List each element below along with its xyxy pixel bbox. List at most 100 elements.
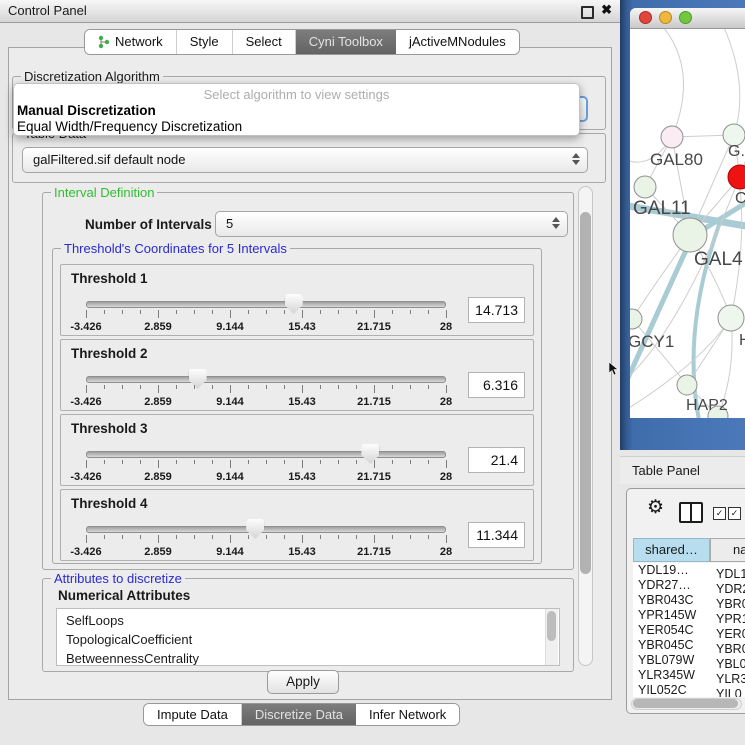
tab-jactivemnodules[interactable]: jActiveMNodules <box>396 30 519 54</box>
network-node[interactable] <box>677 375 697 395</box>
combo-value: galFiltered.sif default node <box>33 148 185 172</box>
slider-tick-labels: -3.4262.8599.14415.4321.71528 <box>86 396 446 408</box>
slider-tick-label: 15.43 <box>288 546 316 558</box>
network-edge[interactable] <box>660 29 684 137</box>
numerical-attributes-list[interactable]: SelfLoopsTopologicalCoefficientBetweenne… <box>56 608 560 666</box>
slider-tick <box>104 535 105 539</box>
dropdown-option-equal-width-frequency[interactable]: Equal Width/Frequency Discretization <box>14 119 579 135</box>
slider-tick <box>248 460 249 464</box>
tab-cyni-toolbox[interactable]: Cyni Toolbox <box>296 30 396 54</box>
table-row[interactable]: YER054CYER0 <box>633 623 745 638</box>
network-view-window: GAL80G.CGAL11GAL4GCY1HHAP2 <box>630 8 745 418</box>
dropdown-option-manual-discretization[interactable]: Manual Discretization <box>14 103 579 119</box>
table-column-header-shared[interactable]: shared… <box>633 538 710 562</box>
tab-label: Infer Network <box>369 704 446 725</box>
tab-label: Impute Data <box>157 704 228 725</box>
table-cell: YDR27… <box>633 578 710 593</box>
threshold-2-slider[interactable]: -3.4262.8599.14415.4321.71528 <box>86 368 446 406</box>
tab-discretize-data[interactable]: Discretize Data <box>242 704 356 725</box>
network-node[interactable] <box>630 309 642 329</box>
apply-button[interactable]: Apply <box>267 670 339 694</box>
slider-tick <box>446 535 447 543</box>
threshold-2-value-input[interactable] <box>468 372 525 398</box>
threshold-1-value-input[interactable] <box>468 297 525 323</box>
table-row[interactable]: YLR345WYLR3 <box>633 668 745 683</box>
threshold-4-slider[interactable]: -3.4262.8599.14415.4321.71528 <box>86 518 446 556</box>
table-row[interactable]: YBL079WYBL0 <box>633 653 745 668</box>
slider-tick <box>428 535 429 539</box>
attributes-scrollbar-thumb[interactable] <box>547 611 556 641</box>
table-row[interactable]: YIL052CYIL0 <box>633 683 745 697</box>
tab-label: Style <box>190 30 219 54</box>
slider-tick-label: 28 <box>440 396 452 408</box>
tab-style[interactable]: Style <box>177 30 233 54</box>
network-node[interactable] <box>634 176 656 198</box>
minimize-traffic-light[interactable] <box>659 11 672 24</box>
network-canvas[interactable]: GAL80G.CGAL11GAL4GCY1HHAP2 <box>630 29 745 418</box>
close-icon[interactable]: ✖ <box>601 2 612 18</box>
network-node[interactable] <box>728 165 745 189</box>
tab-impute-data[interactable]: Impute Data <box>144 704 242 725</box>
network-node[interactable] <box>673 218 707 252</box>
table-horizontal-scrollbar-thumb[interactable] <box>633 699 738 708</box>
numerical-attribute-item[interactable]: TopologicalCoefficient <box>66 630 559 649</box>
slider-tick <box>428 385 429 389</box>
slider-track[interactable] <box>86 451 446 458</box>
network-edge[interactable] <box>722 29 740 135</box>
gear-icon[interactable]: ⚙ <box>647 498 664 518</box>
slider-track[interactable] <box>86 376 446 383</box>
table-cell: YBR043C <box>633 593 710 608</box>
network-node-label: GAL4 <box>694 249 743 270</box>
slider-tick <box>158 310 159 318</box>
network-node[interactable] <box>718 305 744 331</box>
table-row[interactable]: YPR145WYPR1 <box>633 608 745 623</box>
table-row[interactable]: YDL19…YDL1 <box>633 563 745 578</box>
float-window-icon[interactable] <box>581 6 594 19</box>
close-traffic-light[interactable] <box>639 11 652 24</box>
slider-track[interactable] <box>86 526 446 533</box>
slider-tick <box>302 535 303 543</box>
threshold-2-group: Threshold 2 -3.4262.8599.14415.4321.7152… <box>60 339 534 411</box>
number-of-intervals-combo[interactable]: 5 <box>215 211 568 237</box>
threshold-1-slider[interactable]: -3.4262.8599.14415.4321.71528 <box>86 293 446 331</box>
mouse-cursor <box>609 362 619 381</box>
slider-tick <box>374 310 375 318</box>
checkbox-icon[interactable]: ✓ <box>728 507 741 520</box>
table-cell: YPR145W <box>633 608 710 623</box>
slider-tick <box>428 310 429 314</box>
slider-tick <box>446 310 447 318</box>
network-node[interactable] <box>661 126 683 148</box>
slider-tick <box>212 310 213 314</box>
slider-tick <box>230 310 231 318</box>
network-node-label: HAP2 <box>686 397 728 414</box>
table-row[interactable]: YBR043CYBR0 <box>633 593 745 608</box>
tab-infer-network[interactable]: Infer Network <box>356 704 459 725</box>
slider-ticks <box>86 460 446 469</box>
numerical-attribute-item[interactable]: BetweennessCentrality <box>66 649 559 666</box>
threshold-3-slider[interactable]: -3.4262.8599.14415.4321.71528 <box>86 443 446 481</box>
threshold-3-value-input[interactable] <box>468 447 525 473</box>
threshold-4-value-input[interactable] <box>468 522 525 548</box>
tab-network[interactable]: Network <box>85 30 177 54</box>
table-cell: YLR345W <box>633 668 710 683</box>
table-row[interactable]: YDR27…YDR2 <box>633 578 745 593</box>
table-data-combo[interactable]: galFiltered.sif default node <box>22 147 588 173</box>
zoom-traffic-light[interactable] <box>679 11 692 24</box>
slider-tick <box>266 310 267 314</box>
tab-select[interactable]: Select <box>233 30 296 54</box>
threshold-3-group: Threshold 3 -3.4262.8599.14415.4321.7152… <box>60 414 534 486</box>
slider-tick <box>176 310 177 314</box>
network-node-label: GAL80 <box>650 150 703 169</box>
table-row[interactable]: YBR045CYBR0 <box>633 638 745 653</box>
slider-tick <box>248 310 249 314</box>
columns-icon[interactable] <box>679 502 703 523</box>
slider-tick <box>140 460 141 464</box>
settings-scrollbar-thumb[interactable] <box>580 212 591 574</box>
slider-tick <box>338 535 339 539</box>
slider-tick <box>194 310 195 314</box>
slider-tick <box>356 460 357 464</box>
slider-track[interactable] <box>86 301 446 308</box>
table-column-header-name[interactable]: na <box>710 538 745 562</box>
checkbox-icon[interactable]: ✓ <box>713 507 726 520</box>
numerical-attribute-item[interactable]: SelfLoops <box>66 611 559 630</box>
